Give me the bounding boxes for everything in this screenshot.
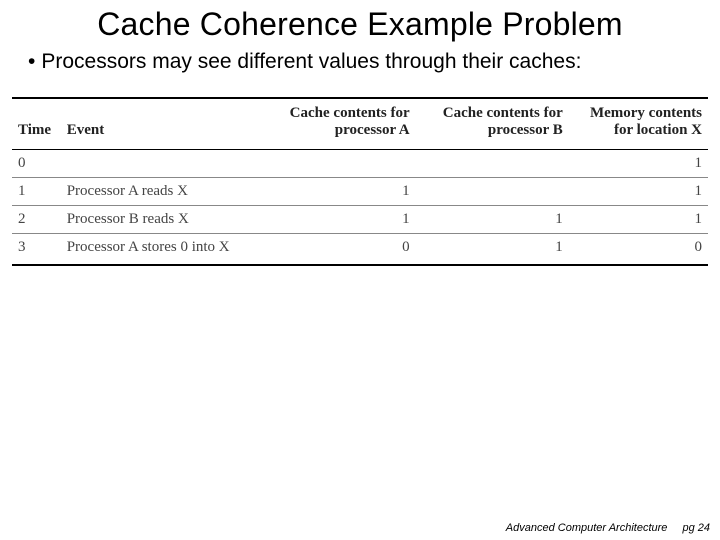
slide-footer: Advanced Computer Architecture pg 24 xyxy=(506,522,710,534)
cell-time: 1 xyxy=(12,178,61,206)
cell-event: Processor A reads X xyxy=(61,178,263,206)
cell-m: 1 xyxy=(569,178,708,206)
col-memory: Memory contents for location X xyxy=(569,98,708,150)
col-cache-b: Cache contents for processor B xyxy=(416,98,569,150)
coherence-table: Time Event Cache contents for processor … xyxy=(12,97,708,266)
cell-b: 1 xyxy=(416,206,569,234)
col-event: Event xyxy=(61,98,263,150)
bullet-text: Processors may see different values thro… xyxy=(41,49,581,75)
cell-a xyxy=(263,150,416,178)
cell-a: 1 xyxy=(263,178,416,206)
cell-time: 0 xyxy=(12,150,61,178)
table-row: 1 Processor A reads X 1 1 xyxy=(12,178,708,206)
col-time: Time xyxy=(12,98,61,150)
bullet-dot-icon: • xyxy=(28,49,35,75)
cell-a: 1 xyxy=(263,206,416,234)
footer-course: Advanced Computer Architecture xyxy=(506,522,668,534)
cell-b xyxy=(416,150,569,178)
cell-b: 1 xyxy=(416,234,569,266)
slide-title: Cache Coherence Example Problem xyxy=(0,0,720,43)
footer-page: pg 24 xyxy=(682,522,710,534)
cell-m: 1 xyxy=(569,150,708,178)
cell-event: Processor A stores 0 into X xyxy=(61,234,263,266)
cell-event xyxy=(61,150,263,178)
table-row: 3 Processor A stores 0 into X 0 1 0 xyxy=(12,234,708,266)
col-cache-a: Cache contents for processor A xyxy=(263,98,416,150)
slide: Cache Coherence Example Problem • Proces… xyxy=(0,0,720,540)
cell-time: 2 xyxy=(12,206,61,234)
cell-a: 0 xyxy=(263,234,416,266)
table-row: 2 Processor B reads X 1 1 1 xyxy=(12,206,708,234)
cell-b xyxy=(416,178,569,206)
bullet-line: • Processors may see different values th… xyxy=(0,43,720,75)
table-header-row: Time Event Cache contents for processor … xyxy=(12,98,708,150)
cell-event: Processor B reads X xyxy=(61,206,263,234)
table-row: 0 1 xyxy=(12,150,708,178)
table: Time Event Cache contents for processor … xyxy=(12,97,708,266)
cell-m: 0 xyxy=(569,234,708,266)
cell-time: 3 xyxy=(12,234,61,266)
cell-m: 1 xyxy=(569,206,708,234)
